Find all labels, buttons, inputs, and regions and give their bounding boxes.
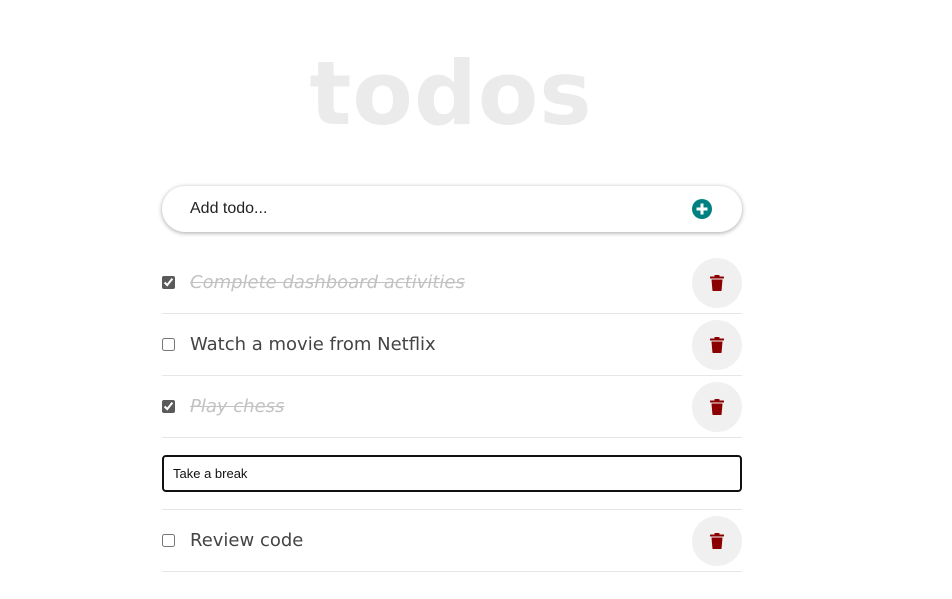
plus-circle-icon — [696, 203, 708, 215]
todo-text[interactable]: Play chess — [190, 396, 284, 418]
add-todo-button[interactable] — [692, 199, 712, 219]
todo-item: Complete dashboard activities — [162, 252, 742, 314]
delete-todo-button[interactable] — [692, 516, 742, 566]
todo-text[interactable]: Complete dashboard activities — [190, 272, 465, 294]
delete-todo-button[interactable] — [692, 258, 742, 308]
trash-icon — [710, 399, 724, 415]
app-title: todos — [309, 42, 593, 145]
trash-icon — [710, 533, 724, 549]
todo-checkbox[interactable] — [162, 534, 175, 547]
todo-checkbox[interactable] — [162, 338, 175, 351]
delete-todo-button[interactable] — [692, 320, 742, 370]
trash-icon — [710, 275, 724, 291]
todo-checkbox[interactable] — [162, 276, 175, 289]
todo-item: Watch a movie from Netflix — [162, 314, 742, 376]
todo-item-editing — [162, 438, 742, 510]
trash-icon — [710, 337, 724, 353]
delete-todo-button[interactable] — [692, 382, 742, 432]
add-todo-input[interactable] — [180, 186, 670, 232]
todo-checkbox[interactable] — [162, 400, 175, 413]
todo-item: Review code — [162, 510, 742, 572]
todo-item: Play chess — [162, 376, 742, 438]
todo-text[interactable]: Review code — [190, 530, 303, 552]
todo-text[interactable]: Watch a movie from Netflix — [190, 334, 436, 356]
edit-todo-input[interactable] — [162, 455, 742, 492]
todo-list: Complete dashboard activities Watch a mo… — [162, 252, 742, 572]
add-todo-bar — [162, 186, 742, 232]
